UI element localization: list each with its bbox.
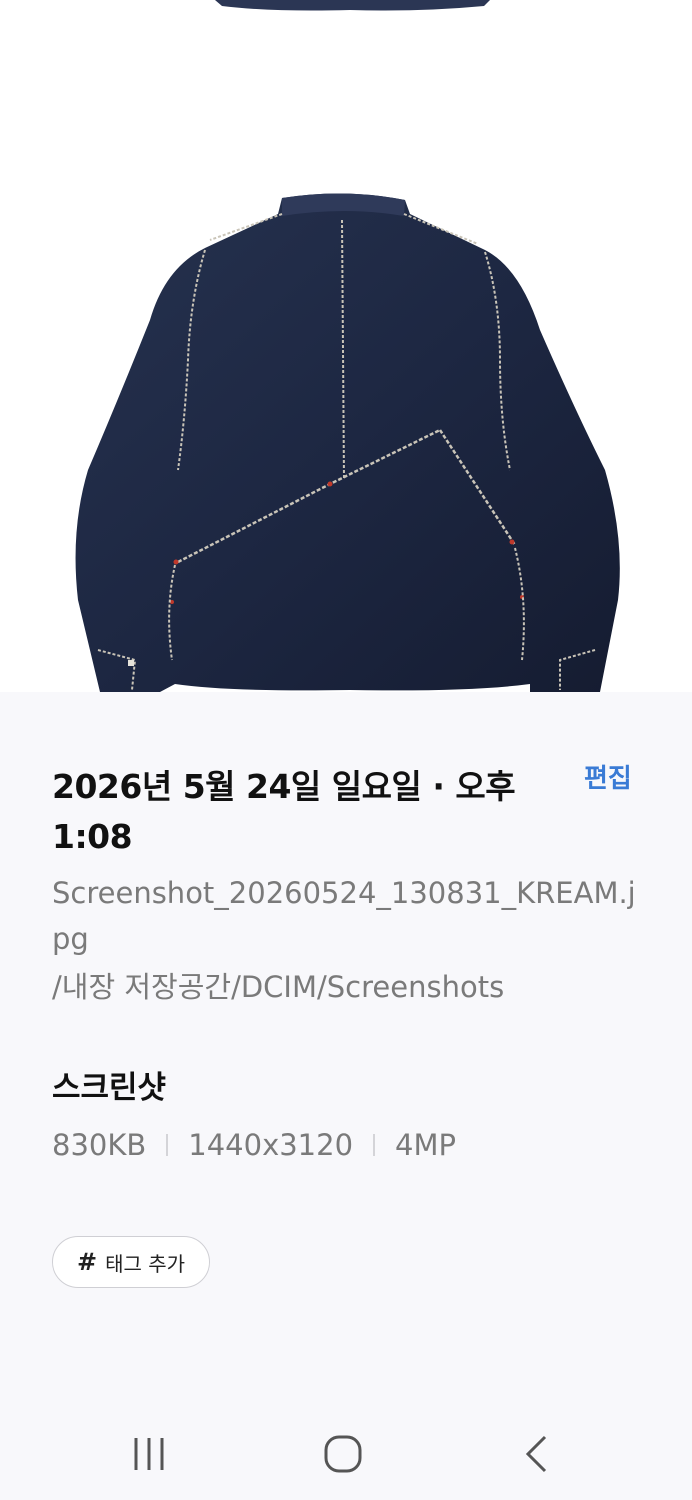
resolution: 1440x3120 <box>188 1128 354 1162</box>
add-tag-label: 태그 추가 <box>105 1251 186 1276</box>
system-navigation-bar <box>0 1412 692 1500</box>
date-time-title: 2026년 5월 24일 일요일 · 오후 1:08 <box>52 767 516 856</box>
file-path: /내장 저장공간/DCIM/Screenshots <box>52 970 505 1004</box>
file-name: Screenshot_20260524_130831_KREAM.jpg <box>52 876 636 956</box>
hash-icon: # <box>76 1248 98 1276</box>
category-title: 스크린샷 <box>52 1070 167 1106</box>
megapixels: 4MP <box>395 1128 457 1162</box>
separator <box>166 1134 169 1156</box>
denim-jacket-image <box>75 0 620 692</box>
edit-button[interactable]: 편집 <box>584 758 632 795</box>
file-size: 830KB <box>52 1128 147 1162</box>
file-details-panel: 2026년 5월 24일 일요일 · 오후 1:08 편집 Screenshot… <box>0 692 692 1412</box>
recents-icon[interactable] <box>124 1432 174 1476</box>
photo-preview[interactable] <box>0 0 692 692</box>
separator <box>373 1134 376 1156</box>
back-icon[interactable] <box>512 1432 562 1476</box>
add-tag-button[interactable]: # 태그 추가 <box>52 1236 210 1288</box>
home-icon[interactable] <box>318 1432 368 1476</box>
file-meta-row: 830KB 1440x3120 4MP <box>52 1128 456 1162</box>
